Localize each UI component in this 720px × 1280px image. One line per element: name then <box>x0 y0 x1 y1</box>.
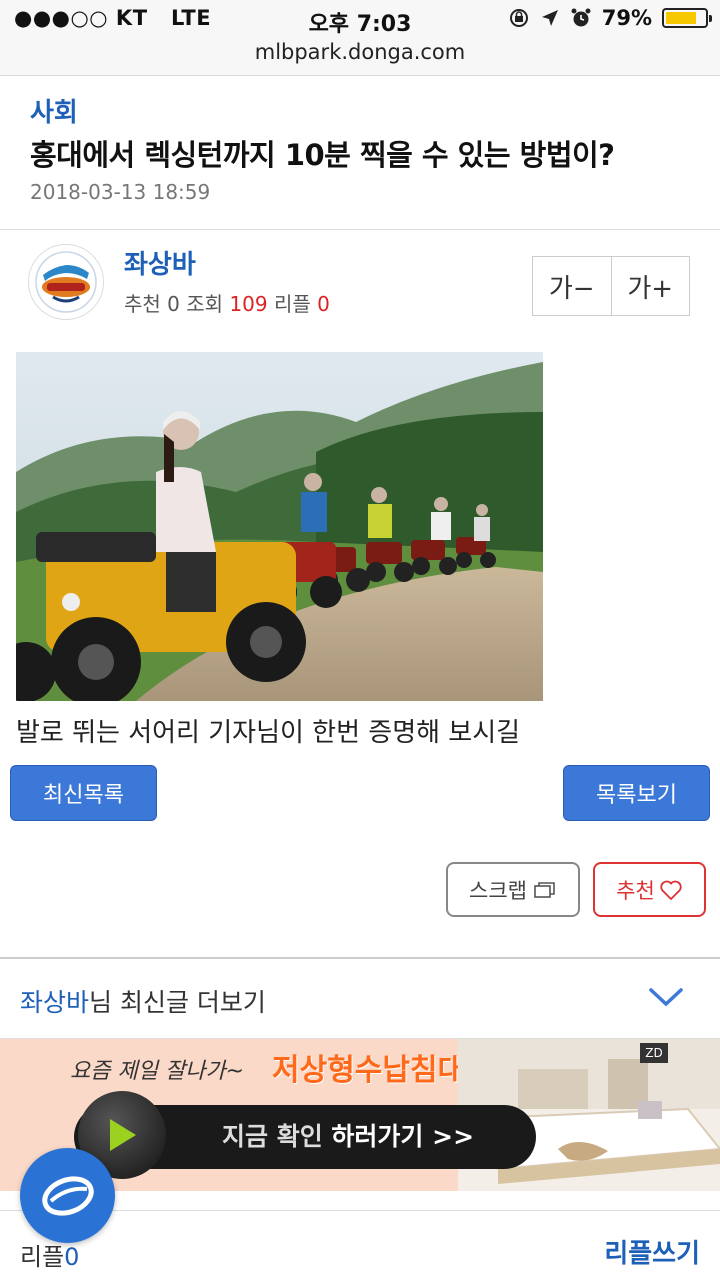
ad-tagline: 요즘 제일 잘나가~ <box>70 1059 245 1084</box>
battery-percent: 79% <box>601 6 652 30</box>
more-author-name: 좌상바 <box>20 988 90 1017</box>
rotation-lock-icon <box>509 9 528 27</box>
reply-bar: 리플0 리플쓰기 <box>0 1210 720 1280</box>
status-bar: ●●●○○ KT LTE 오후 7:03 79% mlbpark.donga.c… <box>0 0 720 76</box>
post-stats: 추천 0 조회 109 리플 0 <box>124 292 330 316</box>
recommend-button[interactable]: 추천 <box>593 862 706 917</box>
location-icon <box>541 10 558 26</box>
write-reply-button[interactable]: 리플쓰기 <box>604 1233 700 1270</box>
ad-cta-text: 지금 확인 하러가기 >> <box>222 1122 475 1151</box>
article-title: 홍대에서 렉싱턴까지 10분 찍을 수 있는 방법이? <box>30 138 615 172</box>
view-list-button[interactable]: 목록보기 <box>563 765 710 821</box>
scrap-icon <box>534 881 555 898</box>
alarm-icon <box>571 8 591 27</box>
replies-count: 0 <box>317 292 330 316</box>
article-date: 2018-03-13 18:59 <box>30 180 211 204</box>
article-photo <box>16 352 543 701</box>
heart-icon <box>660 880 682 900</box>
author-more-posts[interactable]: 좌상바님 최신글 더보기 <box>0 957 720 1039</box>
team-logo-icon <box>35 251 97 313</box>
address-bar[interactable]: mlbpark.donga.com <box>0 40 720 64</box>
status-icons: 79% <box>508 6 712 30</box>
font-increase-button[interactable]: 가+ <box>610 257 690 315</box>
recommend-count: 0 <box>167 292 180 316</box>
font-decrease-button[interactable]: 가− <box>533 257 611 315</box>
latest-list-button[interactable]: 최신목록 <box>10 765 157 821</box>
author-info: 좌상바 추천 0 조회 109 리플 0 가− 가+ <box>0 230 720 340</box>
article-header: 사회 홍대에서 렉싱턴까지 10분 찍을 수 있는 방법이? 2018-03-1… <box>0 76 720 230</box>
chevron-down-icon[interactable] <box>648 987 684 1009</box>
scrap-button[interactable]: 스크랩 <box>446 862 580 917</box>
font-size-controls: 가− 가+ <box>532 256 690 316</box>
article-category[interactable]: 사회 <box>30 92 78 129</box>
ad-headline: 저상형수납침대 <box>272 1053 466 1088</box>
ad-brand-logo: ZD <box>640 1043 668 1063</box>
article-body: 발로 뛰는 서어리 기자님이 한번 증명해 보시길 <box>16 718 521 748</box>
battery-icon <box>662 8 712 28</box>
author-name[interactable]: 좌상바 <box>124 244 196 281</box>
ad-banner[interactable]: 요즘 제일 잘나가~ 저상형수납침대 ZD 지금 확인 하러가기 >> <box>0 1039 720 1191</box>
avatar[interactable] <box>28 244 104 320</box>
atv-photo-image <box>16 352 543 701</box>
site-logo-icon <box>41 1175 94 1216</box>
views-count: 109 <box>229 292 268 316</box>
site-home-button[interactable] <box>20 1148 115 1243</box>
